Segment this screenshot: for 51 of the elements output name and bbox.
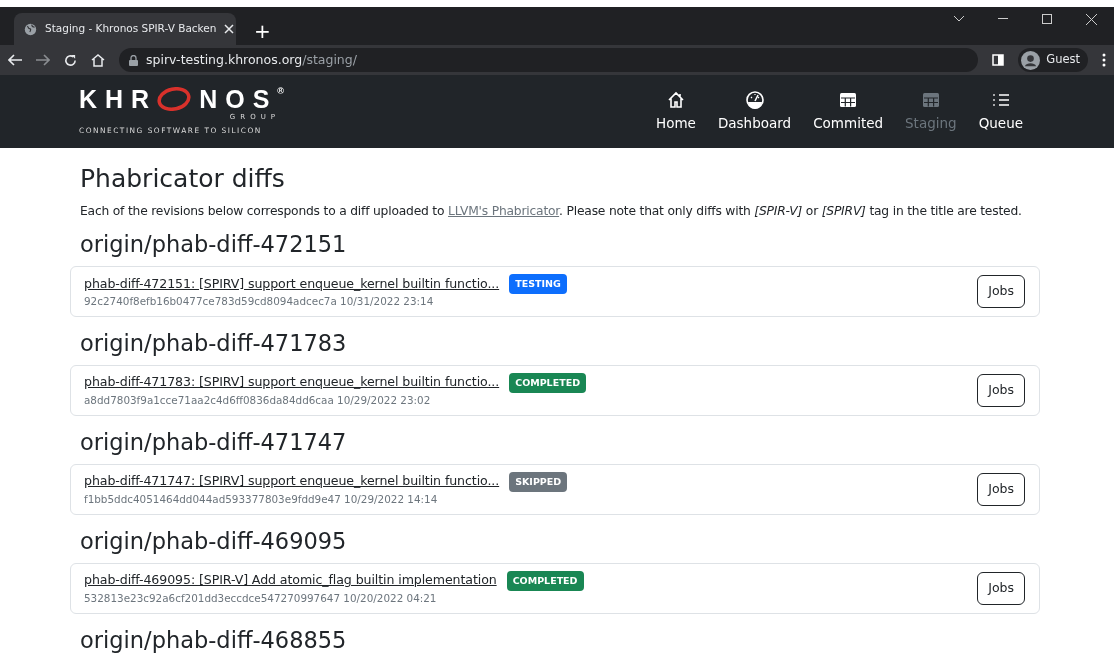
side-panel-icon[interactable] (992, 54, 1005, 66)
registered-mark: ® (277, 86, 284, 96)
close-icon[interactable] (224, 24, 235, 34)
jobs-button[interactable]: Jobs (977, 572, 1025, 605)
new-tab-button[interactable]: + (250, 21, 275, 41)
branch-heading: origin/phab-diff-471747 (80, 430, 348, 457)
branch-heading: origin/phab-diff-468855 (80, 627, 348, 654)
status-badge: COMPLETED (509, 372, 587, 393)
jobs-button[interactable]: Jobs (977, 275, 1025, 309)
jobs-button[interactable]: Jobs (977, 473, 1025, 506)
intro-paragraph: Each of the revisions below corresponds to a diff uploaded to LLVM's Phabricator. Please note that only diffs with [SPIR-V] or [SPIRV] tag in the title are tested. (80, 203, 1023, 220)
status-badge: COMPLETED (506, 570, 584, 591)
home-icon[interactable] (91, 53, 105, 67)
commit-info: a8dd7803f9a1cce71aa2c4d6ff0836da84dd6caa 10/29/2022 23:02 (84, 393, 432, 408)
browser-tab[interactable]: Staging - Khronos SPIR-V Backen (14, 13, 236, 45)
maximize-icon[interactable] (1042, 14, 1052, 24)
reload-icon[interactable] (64, 53, 77, 67)
avatar-icon (1021, 50, 1041, 70)
minimize-icon[interactable] (998, 18, 1008, 20)
commit-info: 532813e23c92a6cf201dd3eccdce547270997647 10/20/2022 04:21 (84, 590, 438, 606)
swoosh-icon (157, 87, 192, 112)
globe-icon (24, 22, 37, 36)
close-icon[interactable] (1086, 13, 1097, 25)
nav-link[interactable]: Queue (967, 89, 1034, 134)
commit-info: 92c2740f8efb16b0477ce783d59cd8094adcec7a 10/31/2022 23:14 (84, 294, 435, 310)
menu-icon[interactable] (1102, 53, 1106, 67)
phabricator-link[interactable]: LLVM's Phabricator (448, 204, 560, 218)
forward-icon[interactable] (36, 54, 50, 66)
back-icon[interactable] (8, 54, 22, 66)
status-badge: TESTING (509, 273, 567, 295)
diff-link[interactable]: phab-diff-469095: [SPIR-V] Add atomic_flag builtin implementation (84, 571, 497, 591)
branch-heading: origin/phab-diff-469095 (80, 529, 348, 555)
lock-icon (129, 54, 138, 66)
address-bar[interactable]: spirv-testing.khronos.org/staging/ (119, 48, 979, 72)
chevron-down-icon[interactable] (954, 16, 964, 22)
nav-link[interactable]: Home (645, 89, 707, 134)
logo-wordmark: KHR (79, 86, 158, 112)
status-badge: SKIPPED (509, 471, 568, 492)
gauge-icon (744, 89, 765, 110)
jobs-button[interactable]: Jobs (977, 374, 1025, 408)
diff-link[interactable]: phab-diff-471747: [SPIRV] support enqueue_kernel builtin functio... (84, 472, 500, 492)
page-title: Phabricator diffs (80, 164, 286, 194)
profile-button[interactable]: Guest (1018, 48, 1088, 72)
diff-link[interactable]: phab-diff-472151: [SPIRV] support enqueue_kernel builtin functio... (84, 274, 500, 294)
diff-link[interactable]: phab-diff-471783: [SPIRV] support enqueue_kernel builtin functio... (84, 373, 500, 393)
commit-info: f1bb5ddc4051464dd044ad593377803e9fdd9e47 10/29/2022 14:14 (84, 491, 439, 507)
nav-link[interactable]: Dashboard (706, 89, 803, 134)
logo-wordmark: NOS (199, 86, 278, 112)
branch-heading: origin/phab-diff-472151 (80, 232, 348, 259)
nav-link[interactable]: Commited (802, 89, 895, 134)
branch-heading: origin/phab-diff-471783 (80, 331, 348, 358)
